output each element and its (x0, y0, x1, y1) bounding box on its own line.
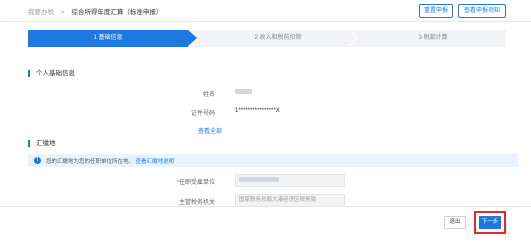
reset-declaration-button[interactable]: 重置申报 (419, 4, 453, 18)
step-tax-calculation: 3 税款计算 (418, 35, 448, 41)
breadcrumb-current: 综合所得年度汇算（标准申报） (71, 9, 163, 16)
step-divider-inner (349, 30, 356, 46)
step-income-deductions: 2 收入和税前扣除 (254, 35, 302, 41)
employer-select[interactable] (235, 174, 345, 187)
id-number-value: 1****************X (235, 108, 280, 114)
breadcrumb-home-link[interactable]: 我要办税 (28, 9, 54, 16)
breadcrumb: 我要办税 > 综合所得年度汇算（标准申报） (28, 6, 162, 16)
footer-bar: 退出 下一步 (0, 206, 531, 242)
employer-value-masked (239, 177, 279, 182)
settlement-place-title: 汇缴地 (28, 140, 56, 147)
name-value-masked (235, 89, 252, 94)
view-all-link[interactable]: 查看全部 (198, 126, 222, 135)
step-active-arrow (188, 30, 197, 46)
info-icon: ! (34, 157, 41, 164)
settlement-notice: ! 您的汇缴地为您的任职单位所在地。 查看汇缴地说明 (28, 154, 518, 167)
exit-button[interactable]: 退出 (444, 216, 466, 229)
step-basic-info: 1 基础信息 (28, 30, 188, 47)
id-number-label: 证件号码 (190, 111, 215, 117)
notice-text: 您的汇缴地为您的任职单位所在地。 (46, 159, 135, 165)
name-label: 姓名 (202, 92, 215, 98)
progress-stepper: 1 基础信息 2 收入和税前扣除 3 税款计算 (28, 30, 506, 47)
next-step-button[interactable]: 下一步 (479, 216, 501, 229)
top-bar: 我要办税 > 综合所得年度汇算（标准申报） 重置申报 查看申报须知 (0, 0, 531, 22)
breadcrumb-separator: > (60, 9, 65, 16)
tax-authority-label: 主管税务机关 (178, 200, 215, 206)
next-step-highlight: 下一步 (474, 211, 506, 234)
personal-info-title: 个人基础信息 (28, 70, 75, 77)
employer-label: *任职受雇单位 (176, 180, 215, 186)
settlement-explanation-link[interactable]: 查看汇缴地说明 (136, 159, 175, 165)
view-instructions-button[interactable]: 查看申报须知 (458, 4, 506, 18)
